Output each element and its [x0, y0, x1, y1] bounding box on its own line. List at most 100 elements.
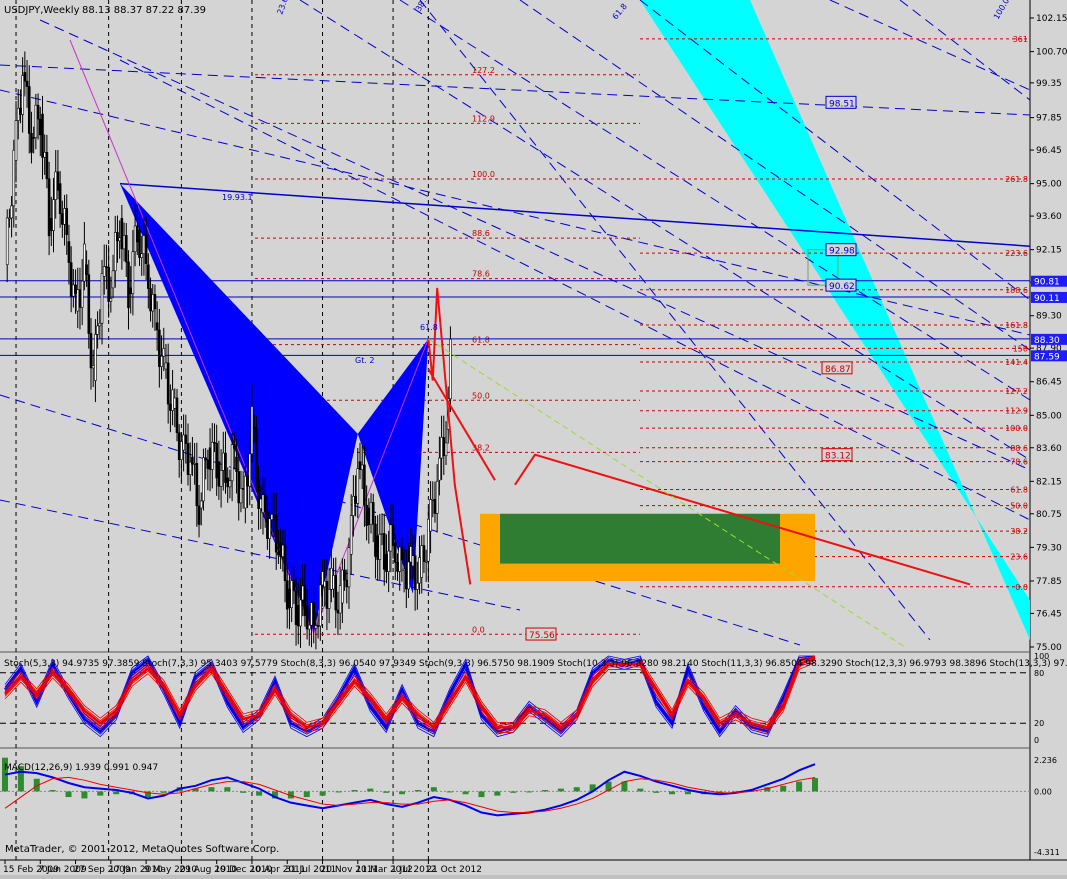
candle-body [237, 471, 241, 504]
candle-body [105, 266, 108, 268]
candle-body [208, 447, 212, 470]
candle-body [252, 426, 256, 429]
candle-body [213, 441, 216, 444]
candle-body [14, 120, 18, 161]
candle-body [72, 284, 75, 297]
fib-level-label: 23.6 [1010, 553, 1028, 562]
candle-body [87, 274, 91, 334]
candle-body [175, 397, 179, 433]
price-tick-label: 82.15 [1036, 477, 1062, 487]
candle-body [431, 498, 435, 501]
price-box-label: 90.81 [1034, 278, 1060, 288]
price-box-label: 87.59 [1034, 352, 1060, 362]
macd-histogram-bar [684, 791, 691, 795]
macd-histogram-bar [303, 791, 310, 798]
candle-body [180, 441, 183, 460]
candle-body [186, 443, 190, 476]
macd-histogram-bar [240, 791, 247, 793]
chart-canvas[interactable]: 127.2 112.9 100.0 88.6 78.6 61.8 50.0 38.2 0.0 36… [0, 0, 1067, 875]
candle-body [63, 208, 66, 225]
candle-body [204, 457, 207, 461]
macd-histogram-bar [510, 791, 517, 793]
candle-body [325, 580, 329, 609]
candle-body [102, 266, 106, 277]
candle-body [206, 459, 210, 469]
chart-window[interactable]: 127.2 112.9 100.0 88.6 78.6 61.8 50.0 38.2 0.0 36… [0, 0, 1067, 875]
macd-tick-label: -4.311 [1034, 848, 1060, 857]
macd-histogram-bar [542, 790, 548, 792]
candle-body [380, 533, 384, 535]
candle-body [202, 457, 205, 502]
value-box-label: 83.12 [825, 452, 851, 462]
candle-body [224, 452, 227, 483]
candle-body [61, 213, 64, 225]
fib-level-label: 61.8 [472, 336, 490, 345]
fib-level-label: 161.8 [1005, 321, 1028, 330]
candle-body [47, 178, 51, 237]
candle-body [136, 225, 139, 243]
fib-level-label: 141.4 [1005, 358, 1028, 367]
price-tick-label: 102.15 [1036, 14, 1067, 24]
candle-body [422, 545, 426, 562]
macd-tick-label: 0.00 [1034, 787, 1052, 796]
fib-level-label: 223.6 [1005, 249, 1028, 258]
candle-body [416, 582, 419, 590]
fib-level-label: 127.2 [472, 66, 495, 75]
candle-body [433, 498, 437, 514]
fan-label: 61.8 [420, 323, 438, 332]
small-label: 19.93.1 [222, 193, 253, 202]
candle-body [363, 464, 366, 506]
candle-body [155, 322, 159, 331]
candle-body [221, 452, 225, 471]
candle-body [277, 551, 280, 556]
macd-histogram-bar [49, 790, 56, 792]
candle-body [27, 86, 31, 134]
candle-body [407, 561, 410, 590]
macd-histogram-bar [796, 781, 803, 792]
candle-body [147, 264, 150, 289]
candle-body [285, 580, 289, 610]
candle-body [164, 362, 168, 370]
candle-body [76, 289, 80, 312]
candle-body [140, 253, 144, 258]
candle-body [69, 262, 73, 297]
candle-body [305, 604, 309, 630]
macd-histogram-bar [414, 790, 421, 792]
candle-body [319, 584, 322, 627]
macd-histogram-bar [319, 791, 326, 796]
candle-body [171, 389, 174, 411]
candle-body [153, 294, 157, 310]
candle-body [338, 585, 342, 614]
candle-body [83, 243, 86, 282]
candle-body [34, 104, 38, 138]
fib-level-label: 100.0 [472, 170, 495, 179]
fib-level-label: 0.0 [472, 625, 485, 634]
candle-body [131, 251, 135, 295]
candle-body [442, 437, 446, 457]
candle-body [411, 555, 415, 567]
macd-histogram-bar [335, 791, 342, 793]
macd-histogram-bar [351, 790, 358, 792]
candle-body [367, 507, 371, 526]
fib-level-label: 150 [1013, 344, 1028, 353]
candle-body [369, 502, 373, 526]
price-tick-label: 93.60 [1036, 212, 1062, 222]
price-tick-label: 89.30 [1036, 312, 1062, 322]
candle-body [25, 80, 29, 87]
candle-body [413, 555, 417, 590]
candle-body [358, 461, 362, 470]
candle-body [100, 273, 104, 324]
fib-level-label: 112.9 [1005, 407, 1028, 416]
candle-body [424, 560, 428, 563]
price-box-label: 88.30 [1034, 336, 1060, 346]
candle-body [343, 569, 346, 581]
candle-body [21, 75, 24, 115]
candle-body [327, 589, 331, 609]
macd-histogram-bar [399, 791, 406, 795]
macd-histogram-bar [669, 791, 676, 795]
macd-histogram-bar [573, 787, 580, 792]
macd-histogram-bar [557, 788, 564, 792]
candle-body [371, 502, 375, 525]
ohlc-readout: 88.13 88.37 87.22 87.39 [82, 5, 206, 16]
price-tick-label: 92.15 [1036, 246, 1062, 256]
